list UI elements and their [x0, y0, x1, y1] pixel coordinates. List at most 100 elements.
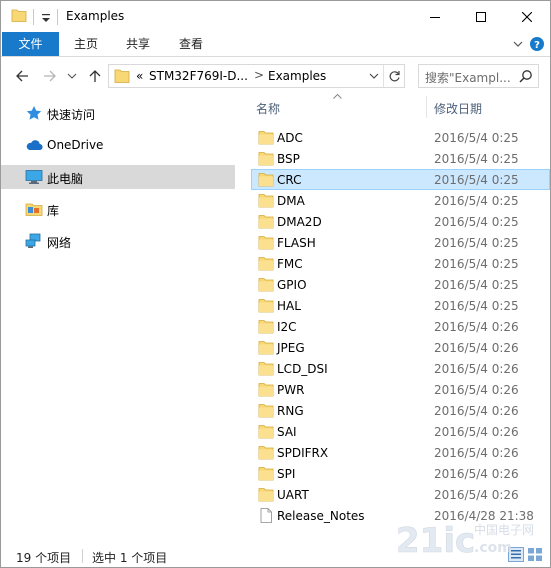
file-date: 2016/5/4 0:26	[434, 383, 519, 397]
minimize-icon	[430, 16, 440, 18]
svg-text:中国电子网: 中国电子网	[474, 522, 534, 537]
file-row[interactable]: PWR 2016/5/4 0:26	[251, 379, 550, 400]
file-date: 2016/5/4 0:25	[434, 173, 519, 187]
file-row[interactable]: I2C 2016/5/4 0:26	[251, 316, 550, 337]
file-date: 2016/5/4 0:26	[434, 320, 519, 334]
maximize-button[interactable]	[458, 1, 504, 32]
nav-item-network[interactable]: 网络	[1, 229, 235, 253]
file-date: 2016/5/4 0:25	[434, 152, 519, 166]
tab-file[interactable]: 文件	[2, 32, 59, 56]
item-count: 19 个项目	[16, 551, 72, 565]
cloud-icon	[26, 140, 43, 151]
file-name: LCD_DSI	[277, 362, 328, 376]
back-button[interactable]	[13, 67, 31, 85]
breadcrumb-segment[interactable]: STM32F769I-D...	[149, 69, 248, 83]
file-row[interactable]: SPI 2016/5/4 0:26	[251, 463, 550, 484]
file-date: 2016/5/4 0:26	[434, 467, 519, 481]
folder-icon	[258, 362, 274, 376]
forward-button[interactable]	[41, 67, 59, 85]
file-row[interactable]: FLASH 2016/5/4 0:25	[251, 232, 550, 253]
folder-icon	[258, 236, 274, 250]
folder-icon	[258, 383, 274, 397]
refresh-button[interactable]	[383, 65, 404, 87]
folder-icon	[258, 257, 274, 271]
customize-toolbar-icon[interactable]	[39, 9, 53, 25]
nav-item-onedrive[interactable]: OneDrive	[1, 133, 235, 157]
search-input[interactable]: 搜索"Exampl...	[425, 69, 511, 86]
file-date: 2016/5/4 0:25	[434, 236, 519, 250]
title-divider	[57, 9, 58, 25]
refresh-icon	[389, 70, 400, 81]
file-row[interactable]: FMC 2016/5/4 0:25	[251, 253, 550, 274]
folder-icon	[258, 446, 274, 460]
file-row[interactable]: UART 2016/5/4 0:26	[251, 484, 550, 505]
nav-item-this-pc[interactable]: 此电脑	[1, 165, 235, 189]
file-name: FMC	[277, 257, 303, 271]
computer-icon	[25, 170, 43, 184]
search-icon[interactable]	[519, 69, 533, 83]
file-row[interactable]: CRC 2016/5/4 0:25	[251, 169, 550, 190]
folder-icon	[114, 69, 130, 83]
status-divider	[82, 549, 83, 563]
help-icon[interactable]: ?	[529, 36, 545, 52]
file-date: 2016/5/4 0:26	[434, 341, 519, 355]
nav-item-label: 快速访问	[47, 108, 96, 122]
tab-share[interactable]: 共享	[113, 32, 163, 56]
breadcrumb-separator[interactable]: >	[254, 68, 264, 82]
recent-locations-button[interactable]	[63, 67, 81, 85]
folder-icon	[258, 488, 274, 502]
arrow-up-icon	[89, 70, 101, 82]
file-date: 2016/5/4 0:26	[434, 425, 519, 439]
nav-item-label: OneDrive	[47, 138, 104, 152]
file-row[interactable]: BSP 2016/5/4 0:25	[251, 148, 550, 169]
tab-home[interactable]: 主页	[61, 32, 111, 56]
tab-view[interactable]: 查看	[166, 32, 216, 56]
address-bar[interactable]: « STM32F769I-D... > Examples	[108, 64, 405, 88]
address-overflow[interactable]: «	[136, 69, 143, 83]
file-name: GPIO	[277, 278, 307, 292]
file-date: 2016/5/4 0:25	[434, 257, 519, 271]
file-name: SAI	[277, 425, 297, 439]
file-row[interactable]: SAI 2016/5/4 0:26	[251, 421, 550, 442]
file-row[interactable]: JPEG 2016/5/4 0:26	[251, 337, 550, 358]
file-row[interactable]: DMA2D 2016/5/4 0:25	[251, 211, 550, 232]
file-row[interactable]: RNG 2016/5/4 0:26	[251, 400, 550, 421]
maximize-icon	[476, 11, 486, 22]
address-history-button[interactable]	[366, 65, 382, 87]
chevron-down-icon[interactable]	[510, 36, 526, 52]
column-divider[interactable]	[426, 96, 427, 118]
folder-icon	[258, 173, 274, 187]
svg-text:21ic: 21ic	[396, 521, 475, 561]
sort-ascending-icon	[333, 93, 342, 99]
close-button[interactable]	[504, 1, 550, 32]
search-box[interactable]: 搜索"Exampl...	[418, 64, 539, 88]
file-row[interactable]: LCD_DSI 2016/5/4 0:26	[251, 358, 550, 379]
explorer-window: Examples 文件 主页 共享 查看 ? « STM32F769I-D...…	[0, 0, 551, 568]
breadcrumb-segment[interactable]: Examples	[268, 69, 326, 83]
file-date: 2016/5/4 0:26	[434, 362, 519, 376]
file-row[interactable]: HAL 2016/5/4 0:25	[251, 295, 550, 316]
column-header-date[interactable]: 修改日期	[434, 100, 482, 117]
file-row[interactable]: SPDIFRX 2016/5/4 0:26	[251, 442, 550, 463]
nav-item-libraries[interactable]: 库	[1, 197, 235, 221]
file-row[interactable]: GPIO 2016/5/4 0:25	[251, 274, 550, 295]
file-date: 2016/5/4 0:25	[434, 194, 519, 208]
file-date: 2016/5/4 0:25	[434, 299, 519, 313]
file-name: HAL	[277, 299, 301, 313]
address-row: « STM32F769I-D... > Examples 搜索"Exampl..…	[1, 58, 550, 93]
file-date: 2016/5/4 0:26	[434, 404, 519, 418]
title-bar: Examples	[1, 1, 550, 32]
file-list: 名称 修改日期 ADC 2016/5/4 0:25 BSP 2016/5/4 0:25…	[241, 93, 550, 541]
arrow-right-icon	[44, 70, 56, 82]
nav-item-quick-access[interactable]: 快速访问	[1, 101, 235, 125]
file-row[interactable]: ADC 2016/5/4 0:25	[251, 127, 550, 148]
toolbar-divider	[33, 9, 34, 25]
file-date: 2016/5/4 0:26	[434, 446, 519, 460]
file-name: FLASH	[277, 236, 316, 250]
folder-icon[interactable]	[11, 8, 27, 23]
file-row[interactable]: DMA 2016/5/4 0:25	[251, 190, 550, 211]
minimize-button[interactable]	[412, 1, 458, 32]
column-header-name[interactable]: 名称	[256, 100, 280, 117]
up-button[interactable]	[86, 67, 104, 85]
document-icon	[260, 508, 272, 523]
